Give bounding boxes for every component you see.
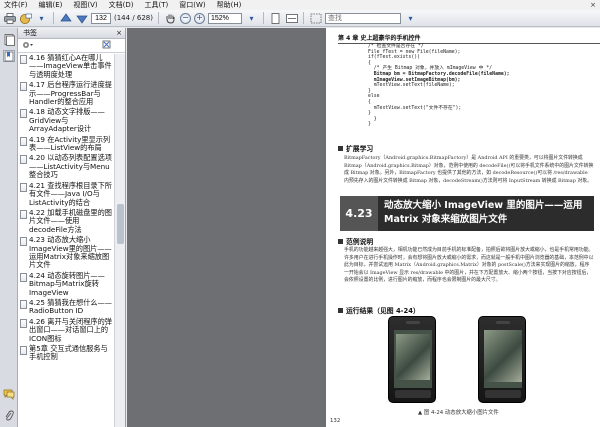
bookmarks-scrollbar[interactable] — [114, 54, 125, 427]
close-panel-icon[interactable]: × — [116, 29, 122, 37]
menu-document[interactable]: 文档(D) — [109, 0, 134, 10]
document-view[interactable]: 第 4 章 史上超豪华的手机控件 /* 检查文件是否存在 */File fTes… — [127, 28, 600, 427]
comments-icon[interactable] — [3, 388, 15, 400]
document-icon — [20, 82, 27, 92]
bookmarks-list: 4.16 猜猜红心A在哪儿——ImageView单击事件与透明度处理 4.17 … — [18, 54, 114, 427]
menu-tools[interactable]: 工具(T) — [145, 0, 169, 10]
document-icon — [20, 209, 27, 219]
document-icon — [20, 237, 27, 247]
navigation-rail — [0, 28, 18, 427]
bookmark-item[interactable]: 4.23 动态放大缩小ImageView里的图片——运用Matrix对象来缩放图… — [20, 235, 114, 270]
zoom-buttons — [395, 390, 431, 398]
document-icon — [20, 272, 27, 282]
bookmarks-panel-icon[interactable] — [3, 50, 15, 62]
find-dropdown-icon[interactable]: ▾ — [404, 12, 417, 25]
bookmark-item[interactable]: 4.19 在Activity里显示列表——ListView的布局 — [20, 135, 114, 153]
bookmark-item[interactable]: 4.17 后台程序运行进度提示——ProgressBar与Handler的整合应… — [20, 80, 114, 106]
paragraph-extend: BitmapFactory（Android.graphics.BitmapFac… — [344, 155, 594, 184]
watermark: 雨 POO — [538, 322, 600, 392]
scrollbar-thumb[interactable] — [117, 204, 124, 244]
bookmarks-header: 书签 × — [18, 28, 125, 39]
select-text-icon[interactable] — [309, 12, 322, 25]
fit-page-icon[interactable] — [269, 12, 282, 25]
printer-icon[interactable] — [3, 12, 16, 25]
document-icon — [20, 182, 27, 192]
bullet-icon — [338, 238, 343, 244]
bookmark-item[interactable]: 4.18 动态文字排版——GridView与ArrayAdapter设计 — [20, 108, 114, 133]
page-count: (144 / 628) — [114, 14, 153, 22]
bookmark-item[interactable]: 4.16 猜猜红心A在哪儿——ImageView单击事件与透明度处理 — [20, 54, 114, 79]
bullet-icon — [338, 145, 343, 151]
zoom-in-icon[interactable]: + — [194, 12, 205, 24]
phone-screen — [394, 330, 432, 388]
email-icon[interactable] — [19, 12, 32, 25]
pages-panel-icon[interactable] — [3, 34, 15, 46]
document-icon — [20, 136, 27, 146]
phone-screenshot-left — [388, 316, 436, 403]
chapter-title: 动态放大缩小 ImageView 里的图片——运用 Matrix 对象来缩放图片… — [384, 200, 583, 225]
document-icon — [20, 318, 27, 328]
expand-icon[interactable] — [20, 346, 27, 355]
figure-caption: ▲ 图 4-24 动态放大缩小图片文件 — [418, 410, 499, 416]
document-icon — [20, 155, 27, 165]
hand-tool-icon[interactable] — [164, 12, 177, 25]
chapter-number: 4.23 — [340, 196, 378, 231]
find-input[interactable] — [325, 12, 401, 24]
bookmark-item[interactable]: 4.20 以动态列表配置选项——ListActivity与Menu整合技巧 — [20, 154, 114, 179]
zoom-buttons — [485, 390, 521, 398]
options-icon[interactable] — [22, 40, 34, 52]
code-listing: /* 检查文件是否存在 */File fTest = new File(file… — [368, 44, 510, 128]
phone-screenshot-right — [478, 316, 526, 403]
close-document-icon[interactable]: × — [590, 1, 596, 9]
document-icon — [20, 55, 27, 64]
bookmark-item[interactable]: 4.26 离开与关闭程序的弹出窗口——对话窗口上的ICON图标 — [20, 317, 114, 343]
menu-edit[interactable]: 编辑(E) — [39, 0, 63, 10]
running-header: 第 4 章 史上超豪华的手机控件 — [338, 33, 600, 44]
previous-page-icon[interactable] — [59, 12, 72, 25]
menu-help[interactable]: 帮助(H) — [217, 0, 242, 10]
landscape-image — [484, 330, 522, 382]
page-number: 132 — [330, 418, 341, 424]
bookmark-item[interactable]: 第5章 交互式通信服务与手机控制 — [20, 344, 114, 362]
section-heading-description: 范例说明 — [338, 236, 373, 246]
bookmarks-panel: 书签 × 4.16 猜猜红心A在哪儿——ImageView单击事件与透明度处理 … — [18, 28, 126, 427]
phone-screen — [484, 330, 522, 388]
chevron-down-icon[interactable]: ▾ — [35, 12, 48, 25]
paragraph-description: 手机的功能越来越强大，相机功能已然成为目前手机的标准配备，拍照后欲将图片放大或缩… — [344, 247, 594, 284]
section-heading-extend: 扩展学习 — [338, 143, 373, 153]
bookmark-item[interactable]: 4.25 猜猜我在想什么——RadioButton ID — [20, 298, 114, 316]
document-icon — [20, 109, 27, 119]
fit-width-icon[interactable] — [285, 12, 298, 25]
delete-bookmark-icon[interactable] — [102, 40, 111, 51]
menu-bar: 文件(F) 编辑(E) 视图(V) 文档(D) 工具(T) 窗口(W) 帮助(H… — [0, 0, 600, 10]
bookmark-item[interactable]: 4.21 查找程序根目录下所有文件——Java I/O与ListActivity… — [20, 181, 114, 207]
page-number-input[interactable] — [91, 12, 111, 24]
next-page-icon[interactable] — [75, 12, 88, 25]
menu-file[interactable]: 文件(F) — [4, 0, 28, 10]
section-heading-result: 运行结果（见图 4-24） — [338, 305, 420, 315]
watermark-text: POO — [558, 352, 580, 360]
toolbar: ▾ (144 / 628) − + ▾ ▾ — [0, 10, 600, 27]
bookmark-item[interactable]: 4.22 加载手机磁盘里的图片文件——使用decodeFile方法 — [20, 208, 114, 234]
document-icon — [20, 299, 27, 309]
landscape-image — [396, 334, 430, 380]
bullet-icon — [338, 307, 343, 313]
zoom-dropdown-icon[interactable]: ▾ — [245, 12, 258, 25]
menu-window[interactable]: 窗口(W) — [179, 0, 205, 10]
bookmarks-toolbar — [18, 39, 125, 53]
zoom-out-icon[interactable]: − — [180, 12, 191, 24]
bookmarks-title: 书签 — [23, 29, 37, 37]
menu-view[interactable]: 视图(V) — [73, 0, 97, 10]
watermark-symbol: 雨 — [555, 322, 582, 352]
attachment-icon[interactable] — [3, 410, 15, 422]
chapter-banner: 4.23 动态放大缩小 ImageView 里的图片——运用 Matrix 对象… — [340, 196, 594, 231]
zoom-level-input[interactable] — [208, 12, 242, 24]
bookmark-item[interactable]: 4.24 动态旋转图片——Bitmap与Matrix旋转ImageView — [20, 271, 114, 297]
